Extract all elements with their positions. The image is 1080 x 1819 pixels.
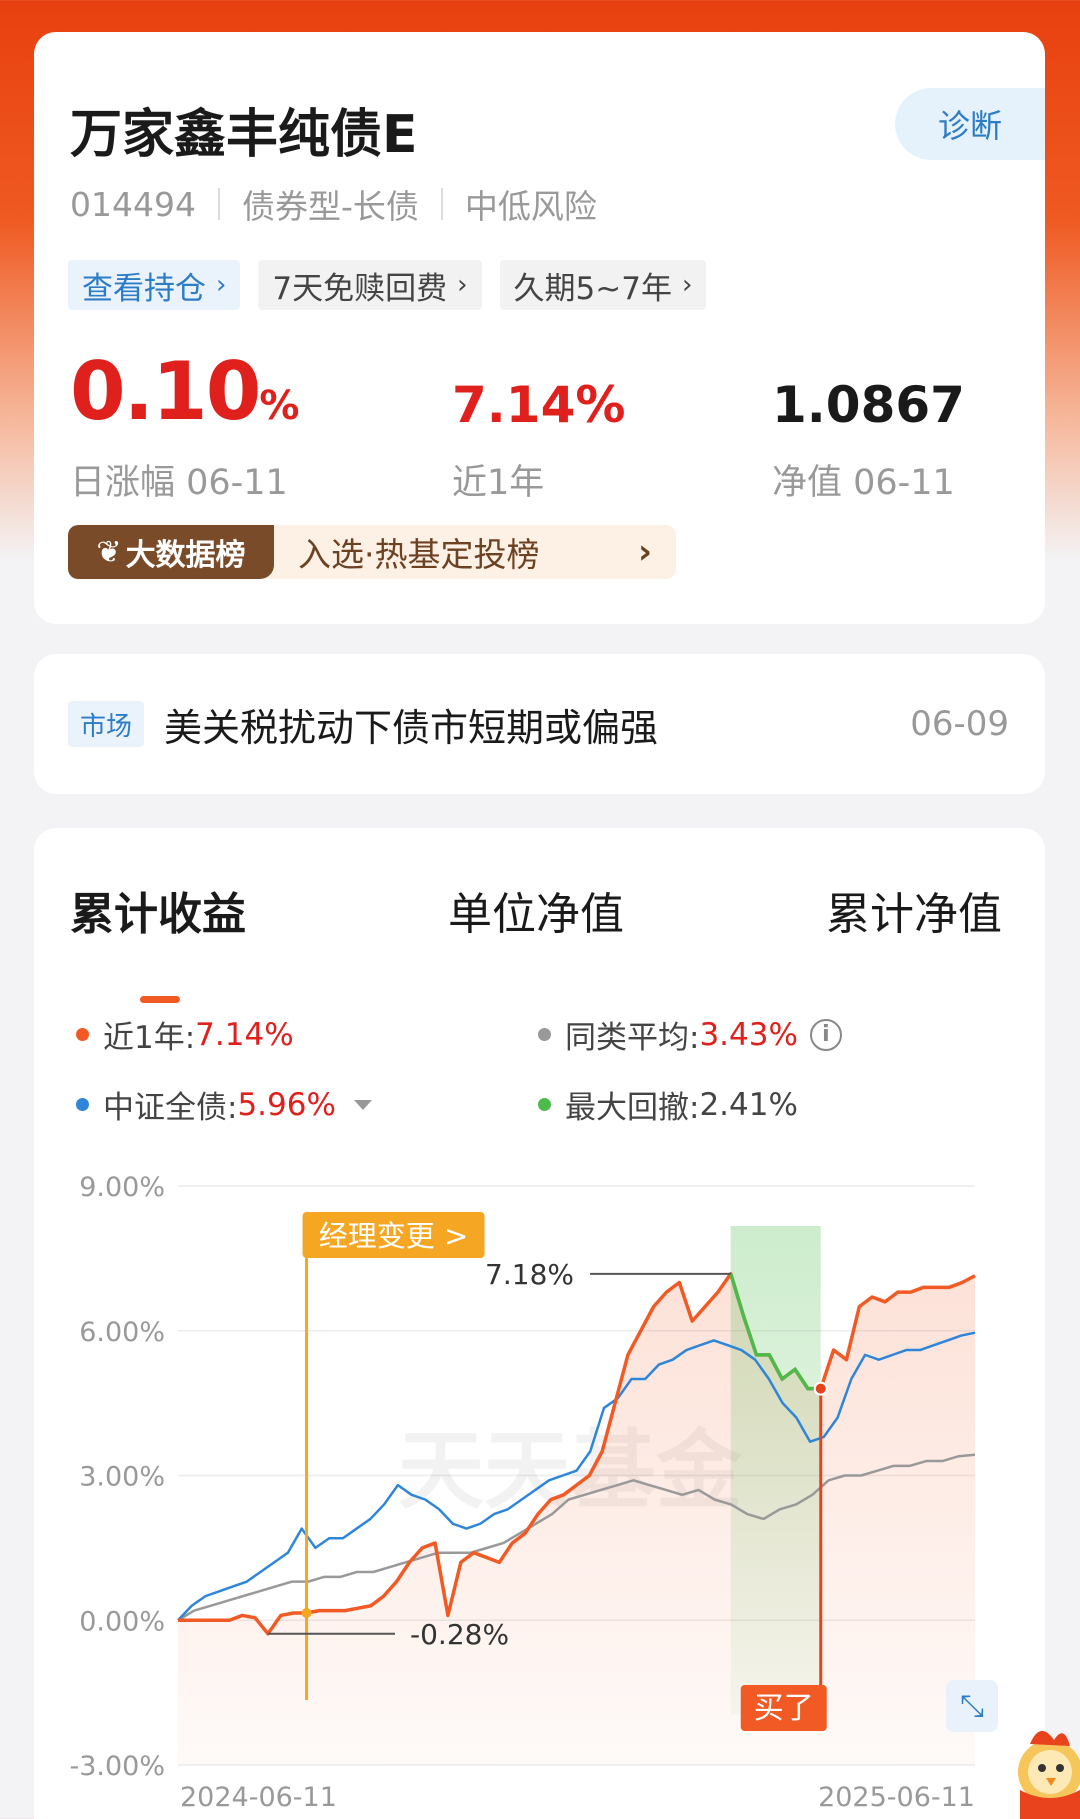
- y-tick-label: 6.00%: [79, 1317, 165, 1348]
- fund-area: [178, 1273, 975, 1765]
- return-chart[interactable]: 9.00% 6.00% 3.00% 0.00% -3.00% 2024-06-11 2025…: [0, 0, 1080, 1819]
- x-tick-label-start: 2024-06-11: [180, 1782, 337, 1813]
- y-tick-label: -3.00%: [69, 1751, 165, 1782]
- max-value-label: 7.18%: [485, 1258, 574, 1291]
- manager-change-label: 经理变更 >: [319, 1219, 469, 1253]
- y-tick-label: 9.00%: [79, 1172, 165, 1203]
- x-tick-label-end: 2025-06-11: [818, 1782, 975, 1813]
- min-value-label: -0.28%: [410, 1618, 509, 1651]
- drawdown-band: [730, 1226, 821, 1715]
- bought-label: 买了: [754, 1691, 814, 1726]
- expand-icon[interactable]: ⤡: [946, 1680, 998, 1732]
- bought-dot: [813, 1381, 828, 1396]
- y-tick-label: 0.00%: [79, 1606, 165, 1637]
- y-tick-label: 3.00%: [79, 1462, 165, 1493]
- mascot-icon[interactable]: [1010, 1710, 1080, 1819]
- manager-change-dot: [301, 1608, 312, 1619]
